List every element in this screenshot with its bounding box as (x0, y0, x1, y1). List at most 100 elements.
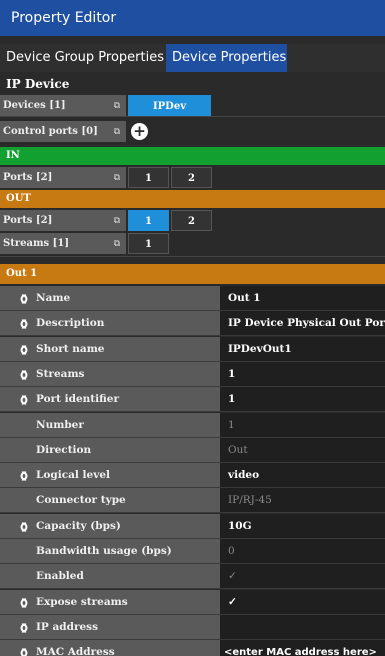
property-key: Expose streams (0, 589, 220, 615)
out-ports-row-label: Ports [2] ⧉ (0, 210, 126, 232)
in-ports-label: Ports [2] (3, 172, 53, 183)
ip-device-header: IP Device (0, 74, 385, 94)
out-section-header: OUT (0, 190, 385, 208)
property-key: MAC Address (0, 640, 220, 656)
copy-icon[interactable]: ⧉ (114, 167, 120, 189)
property-value[interactable]: Out 1 (220, 286, 385, 311)
property-key: Short name (0, 336, 220, 362)
property-row: Name Out 1 (0, 286, 385, 311)
out-port-chip-2[interactable]: 2 (171, 210, 212, 231)
property-key-label: Description (36, 317, 105, 330)
property-row: Short name IPDevOut1 (0, 336, 385, 362)
property-key-label: Name (36, 292, 71, 304)
property-key-label: Connector type (36, 494, 126, 507)
stream-chip-1[interactable]: 1 (128, 233, 169, 254)
property-row: Expose streams ✓ (0, 589, 385, 615)
property-value: 0 (220, 539, 385, 564)
property-key: Logical level (0, 463, 220, 489)
tab-bar: Device Group Properties Device Propertie… (0, 44, 385, 72)
property-key: Streams (0, 361, 220, 387)
property-key-label: Streams (36, 367, 85, 380)
link-icon[interactable] (17, 317, 31, 331)
link-icon[interactable] (17, 646, 31, 656)
property-value: 1 (220, 412, 385, 438)
property-key: IP address (0, 614, 220, 640)
property-value[interactable] (220, 614, 385, 640)
in-port-chip-2[interactable]: 2 (171, 167, 212, 188)
link-icon[interactable] (17, 520, 31, 534)
control-ports-label: Control ports [0] (3, 126, 98, 137)
property-row: Capacity (bps) 10G (0, 513, 385, 539)
devices-row-label: Devices [1] ⧉ (0, 95, 126, 117)
copy-icon[interactable]: ⧉ (114, 95, 120, 117)
property-row: Number 1 (0, 412, 385, 438)
property-key-label: Number (36, 418, 84, 431)
property-row: Bandwidth usage (bps) 0 (0, 539, 385, 564)
property-key-label: Expose streams (36, 595, 128, 608)
property-editor-panel: Property Editor Device Group Properties … (0, 0, 385, 656)
property-value[interactable]: 1 (220, 361, 385, 387)
control-ports-row-label: Control ports [0] ⧉ (0, 121, 126, 143)
property-value[interactable]: 10G (220, 513, 385, 539)
property-row: Connector type IP/RJ-45 (0, 488, 385, 514)
window-title: Property Editor (0, 0, 385, 36)
copy-icon[interactable]: ⧉ (114, 233, 120, 255)
property-row: Direction Out (0, 437, 385, 463)
out-ports-label: Ports [2] (3, 215, 53, 226)
device-chip-ipdev[interactable]: IPDev (128, 95, 211, 116)
property-key: Bandwidth usage (bps) (0, 539, 220, 564)
in-ports-row-label: Ports [2] ⧉ (0, 167, 126, 189)
link-icon[interactable] (17, 621, 31, 635)
property-value[interactable]: ✓ (220, 589, 385, 615)
property-row: Description IP Device Physical Out Port 1 (0, 311, 385, 337)
out1-header: Out 1 (0, 264, 385, 284)
property-row: IP address (0, 614, 385, 640)
property-row: MAC Address <enter MAC address here> (0, 640, 385, 656)
link-icon[interactable] (17, 469, 31, 483)
plus-circle-icon[interactable]: + (131, 123, 148, 140)
property-key-label: IP address (36, 620, 98, 633)
property-value[interactable]: IPDevOut1 (220, 336, 385, 362)
property-value: ✓ (220, 564, 385, 590)
copy-icon[interactable]: ⧉ (114, 210, 120, 232)
streams-row-label: Streams [1] ⧉ (0, 233, 126, 255)
link-icon[interactable] (17, 343, 31, 357)
property-key-label: MAC Address (36, 646, 115, 656)
property-row: Streams 1 (0, 361, 385, 387)
link-icon[interactable] (17, 368, 31, 382)
property-key-label: Enabled (36, 570, 84, 583)
link-icon[interactable] (17, 393, 31, 407)
out-port-chip-1[interactable]: 1 (128, 210, 169, 231)
property-key: Name (0, 286, 220, 311)
in-section-header: IN (0, 147, 385, 165)
property-value: Out (220, 437, 385, 463)
tab-device-properties[interactable]: Device Properties (166, 44, 287, 72)
streams-label: Streams [1] (3, 238, 70, 249)
property-value[interactable]: <enter MAC address here> (220, 640, 385, 656)
property-key-label: Direction (36, 443, 92, 456)
property-key: Description (0, 311, 220, 337)
property-row: Enabled ✓ (0, 564, 385, 590)
property-key: Connector type (0, 488, 220, 514)
property-key-label: Bandwidth usage (bps) (36, 545, 172, 557)
property-value: IP/RJ-45 (220, 488, 385, 514)
devices-label: Devices [1] (3, 100, 66, 111)
property-value[interactable]: IP Device Physical Out Port 1 (220, 311, 385, 337)
property-key: Enabled (0, 564, 220, 590)
property-key-label: Port identifier (36, 393, 119, 406)
link-icon[interactable] (17, 596, 31, 610)
property-key: Port identifier (0, 387, 220, 413)
copy-icon[interactable]: ⧉ (114, 121, 120, 143)
divider (0, 256, 385, 257)
property-value[interactable]: 1 (220, 387, 385, 413)
property-value[interactable]: video (220, 463, 385, 489)
tab-device-group-properties[interactable]: Device Group Properties (0, 44, 165, 72)
property-row: Port identifier 1 (0, 387, 385, 413)
property-row: Logical level video (0, 463, 385, 489)
property-key-label: Short name (36, 342, 105, 355)
property-key-label: Capacity (bps) (36, 519, 121, 532)
property-key-label: Logical level (36, 469, 110, 482)
link-icon[interactable] (17, 292, 31, 306)
in-port-chip-1[interactable]: 1 (128, 167, 169, 188)
property-key: Direction (0, 437, 220, 463)
